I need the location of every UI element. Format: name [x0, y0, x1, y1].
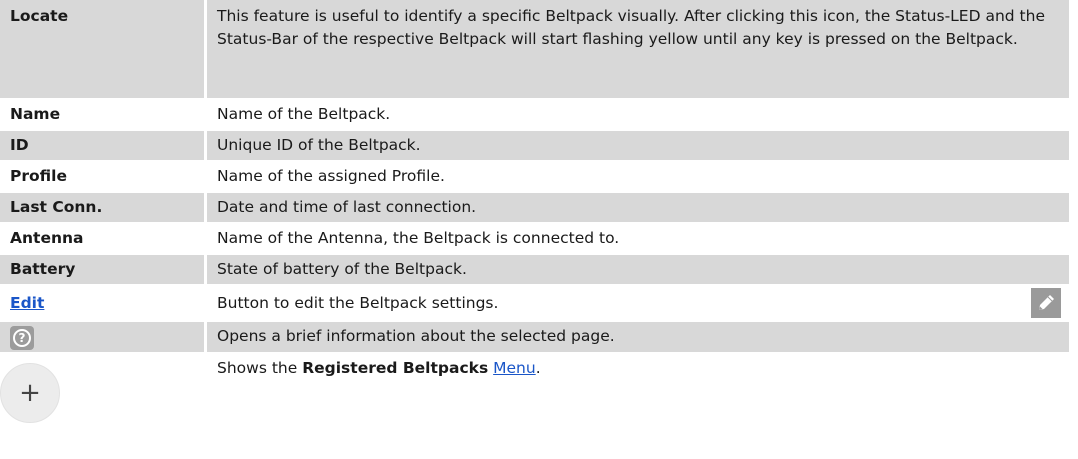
plus-icon-wrap: +	[0, 357, 196, 423]
desc-profile: Name of the assigned Profile.	[217, 167, 445, 185]
desc-menu-suffix: .	[535, 359, 541, 377]
table-row-locate: Locate This feature is useful to identif…	[0, 0, 1069, 100]
table-row-profile: Profile Name of the assigned Profile.	[0, 162, 1069, 193]
menu-link[interactable]: Menu	[493, 359, 536, 377]
table-row-edit: Edit Button to edit the Beltpack setting…	[0, 286, 1069, 322]
desc-menu-bold: Registered Beltpacks	[302, 359, 489, 377]
desc-locate: This feature is useful to identify a spe…	[207, 0, 1069, 98]
term-last-conn: Last Conn.	[0, 193, 207, 222]
help-icon-glyph: ?	[13, 329, 31, 347]
desc-edit-text: Button to edit the Beltpack settings.	[217, 294, 499, 312]
table-row-antenna: Antenna Name of the Antenna, the Beltpac…	[0, 224, 1069, 255]
term-id: ID	[0, 131, 207, 160]
desc-last-conn: Date and time of last connection.	[207, 193, 1069, 222]
table-row-menu: + Shows the Registered Beltpacks Menu.	[0, 354, 1069, 423]
desc-antenna: Name of the Antenna, the Beltpack is con…	[217, 229, 620, 247]
term-menu: +	[0, 354, 207, 423]
table-row-name: Name Name of the Beltpack.	[0, 100, 1069, 131]
table-row-help: ? Opens a brief information about the se…	[0, 322, 1069, 354]
help-icon[interactable]: ?	[10, 326, 34, 350]
term-edit: Edit	[0, 286, 207, 320]
desc-id: Unique ID of the Beltpack.	[207, 131, 1069, 160]
edit-link[interactable]: Edit	[10, 294, 44, 312]
term-help: ?	[0, 322, 207, 352]
term-battery: Battery	[0, 255, 207, 284]
table-row-id: ID Unique ID of the Beltpack.	[0, 131, 1069, 162]
desc-edit: Button to edit the Beltpack settings.	[207, 286, 1069, 320]
beltpack-reference-table: Locate This feature is useful to identif…	[0, 0, 1069, 423]
desc-menu: Shows the Registered Beltpacks Menu.	[207, 354, 1069, 410]
term-antenna: Antenna	[0, 224, 207, 253]
desc-help: Opens a brief information about the sele…	[207, 322, 1069, 352]
term-name: Name	[0, 100, 207, 129]
table-row-battery: Battery State of battery of the Beltpack…	[0, 255, 1069, 286]
desc-menu-prefix: Shows the	[217, 359, 303, 377]
pencil-icon[interactable]	[1031, 288, 1061, 318]
table-row-last-conn: Last Conn. Date and time of last connect…	[0, 193, 1069, 224]
plus-icon[interactable]: +	[0, 363, 60, 423]
desc-battery: State of battery of the Beltpack.	[207, 255, 1069, 284]
desc-name: Name of the Beltpack.	[217, 105, 391, 123]
term-profile: Profile	[0, 162, 207, 191]
term-locate: Locate	[0, 0, 207, 98]
